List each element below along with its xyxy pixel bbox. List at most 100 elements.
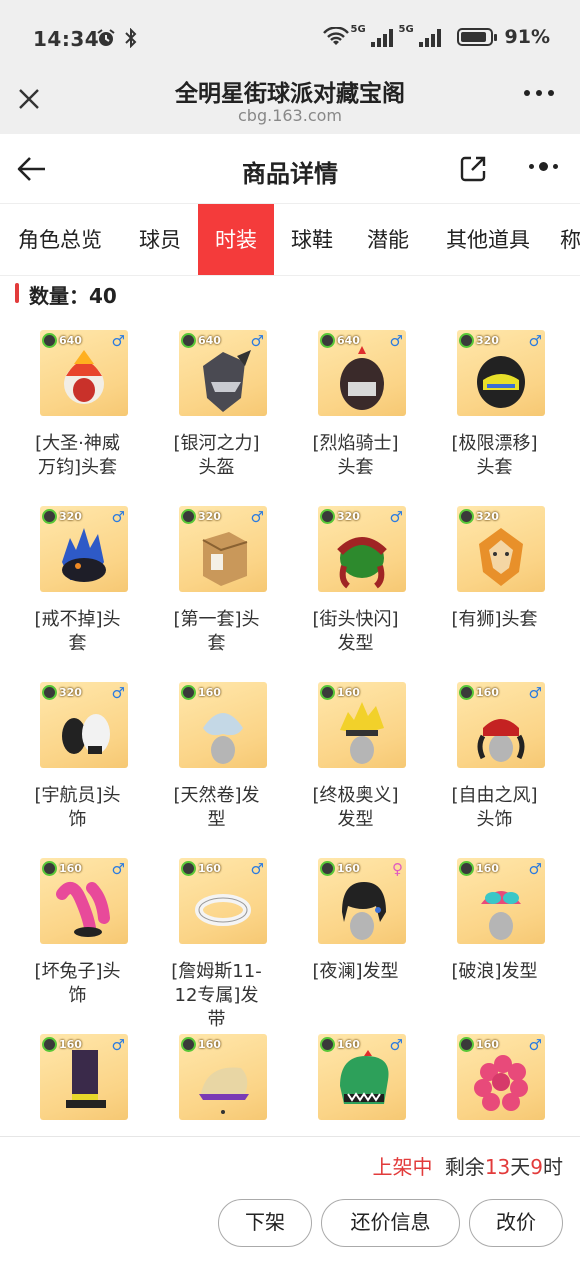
alarm-icon (97, 29, 115, 46)
item-name: [终极奥义]发型 (312, 785, 399, 830)
item-card[interactable]: 320 ♂ (40, 506, 128, 592)
listing-status: 上架中 剩余13天9时 (372, 1151, 563, 1180)
fashion-item[interactable]: 160 ♂ [自由之风]头饰 (417, 678, 556, 854)
item-card[interactable]: 640 ♂ (40, 330, 128, 416)
fashion-item[interactable]: 160 ♂ (0, 1030, 139, 1136)
item-name: [银河之力]头盔 (173, 433, 260, 478)
page-title: 商品详情 (242, 160, 338, 188)
battery-percent: 91% (504, 26, 550, 48)
item-name: [宇航员]头饰 (34, 785, 121, 830)
signal-icon-1: 5G (351, 24, 393, 47)
browser-bar: 全明星街球派对藏宝阁 cbg.163.com (0, 60, 580, 134)
item-card[interactable]: 160 ♂ (457, 1034, 545, 1120)
tab-fashion[interactable]: 时装 (198, 204, 274, 275)
fashion-item[interactable]: 320 ♂ [戒不掉]头套 (0, 502, 139, 678)
remaining-days: 13 (484, 1155, 511, 1179)
tab-potential[interactable]: 潜能 (350, 204, 426, 275)
fashion-item[interactable]: 160 ♂ [破浪]发型 (417, 854, 556, 1030)
tab-other-items[interactable]: 其他道具 (432, 204, 544, 275)
delist-button[interactable]: 下架 (218, 1199, 312, 1247)
fashion-item[interactable]: 160 ♂ [坏兔子]头饰 (0, 854, 139, 1030)
item-name: [烈焰骑士]头套 (312, 433, 399, 478)
spiky-monster-helmet-icon (62, 528, 106, 582)
item-card[interactable]: 160 ♂ (457, 858, 545, 944)
flame-knight-helmet-icon (340, 346, 384, 410)
fashion-item[interactable]: 160 ♂ (278, 1030, 417, 1136)
fashion-item[interactable]: 320 ♂ [街头快闪]发型 (278, 502, 417, 678)
listing-state: 上架中 (372, 1155, 433, 1179)
signal-icon-2: 5G (399, 24, 441, 47)
status-time: 14:34 (33, 27, 100, 51)
dreadlocks-hair-icon (337, 537, 387, 589)
tab-titles[interactable]: 称 (560, 204, 580, 275)
astronaut-headwear-icon (62, 714, 110, 754)
fashion-item[interactable]: 320 ♂ [极限漂移]头套 (417, 326, 556, 502)
counter-offer-button[interactable]: 还价信息 (321, 1199, 460, 1247)
item-card[interactable]: 640 ♂ (318, 330, 406, 416)
item-card[interactable]: 320 ♂ (179, 506, 267, 592)
tab-role-overview[interactable]: 角色总览 (0, 204, 120, 275)
goggles-hair-icon (481, 891, 521, 940)
fashion-item[interactable]: 320 [有狮]头套 (417, 502, 556, 678)
fashion-item[interactable]: 640 ♂ [大圣·神威万钧]头套 (0, 326, 139, 502)
bandana-headwear-icon (477, 719, 525, 762)
network-label-1: 5G (350, 24, 366, 35)
item-name: [坏兔子]头饰 (34, 961, 121, 1006)
fashion-item[interactable]: 160 ♂ (417, 1030, 556, 1136)
headband-icon (195, 894, 251, 926)
battery-icon (456, 28, 497, 46)
item-card[interactable]: 160 ♂ (179, 858, 267, 944)
item-card[interactable]: 160 ♂ (40, 1034, 128, 1120)
item-name: [破浪]发型 (451, 961, 538, 982)
page-more-icon[interactable] (529, 162, 558, 171)
change-price-button[interactable]: 改价 (469, 1199, 563, 1247)
fashion-item[interactable]: 640 ♂ [银河之力]头盔 (139, 326, 278, 502)
item-card[interactable]: 160 (179, 682, 267, 768)
browser-more-icon[interactable] (524, 90, 554, 96)
wifi-icon (322, 27, 349, 45)
item-card[interactable]: 160 ♂ (318, 1034, 406, 1120)
item-card[interactable]: 320 ♂ (40, 682, 128, 768)
item-name: [大圣·神威万钧]头套 (35, 433, 120, 478)
remaining-hours: 9 (530, 1155, 543, 1179)
bunny-ears-headwear-icon (56, 882, 110, 937)
item-card[interactable]: 160 ♂ (40, 858, 128, 944)
item-card[interactable]: 320 ♂ (318, 506, 406, 592)
item-name: [夜澜]发型 (312, 961, 399, 982)
item-name: [天然卷]发型 (173, 785, 260, 830)
fashion-item[interactable]: 160 [天然卷]发型 (139, 678, 278, 854)
racing-helmet-icon (477, 356, 525, 408)
days-unit: 天 (510, 1155, 531, 1179)
site-title: 全明星街球派对藏宝阁 (175, 81, 405, 107)
fashion-item[interactable]: 320 ♂ [第一套]头套 (139, 502, 278, 678)
share-icon[interactable] (458, 154, 488, 184)
tab-players[interactable]: 球员 (122, 204, 198, 275)
item-card[interactable]: 320 (457, 506, 545, 592)
fashion-item[interactable]: 160 (139, 1030, 278, 1136)
item-card[interactable]: 640 ♂ (179, 330, 267, 416)
item-card[interactable]: 160 (179, 1034, 267, 1120)
purple-cap-icon (199, 1067, 249, 1114)
fashion-item[interactable]: 160 ♀ [夜澜]发型 (278, 854, 417, 1030)
category-tabs: 角色总览 球员 时装 球鞋 潜能 其他道具 称 (0, 204, 580, 276)
fashion-item[interactable]: 320 ♂ [宇航员]头饰 (0, 678, 139, 854)
fashion-item[interactable]: 640 ♂ [烈焰骑士]头套 (278, 326, 417, 502)
item-card[interactable]: 320 ♂ (457, 330, 545, 416)
hours-unit: 时 (543, 1155, 563, 1179)
tall-hat-icon (66, 1050, 106, 1108)
footer: 上架中 剩余13天9时 下架 还价信息 改价 (0, 1136, 580, 1269)
item-card[interactable]: 160 ♂ (457, 682, 545, 768)
item-name: [极限漂移]头套 (451, 433, 538, 478)
count-accent-bar (15, 283, 19, 303)
black-bob-hair-icon (342, 882, 386, 940)
item-card[interactable]: 160 ♀ (318, 858, 406, 944)
tab-sneakers[interactable]: 球鞋 (274, 204, 350, 275)
item-name: [詹姆斯11-12专属]发带 (171, 961, 262, 1030)
item-card[interactable]: 160 (318, 682, 406, 768)
fashion-item[interactable]: 160 [终极奥义]发型 (278, 678, 417, 854)
network-label-2: 5G (398, 24, 414, 35)
fashion-item[interactable]: 160 ♂ [詹姆斯11-12专属]发带 (139, 854, 278, 1030)
silver-armor-helmet-icon (203, 350, 251, 412)
lion-helmet-icon (479, 528, 523, 586)
item-grid: 640 ♂ [大圣·神威万钧]头套 640 ♂ [银河之力]头盔 640 ♂ [烈焰骑士]头套 3… (0, 326, 580, 1136)
